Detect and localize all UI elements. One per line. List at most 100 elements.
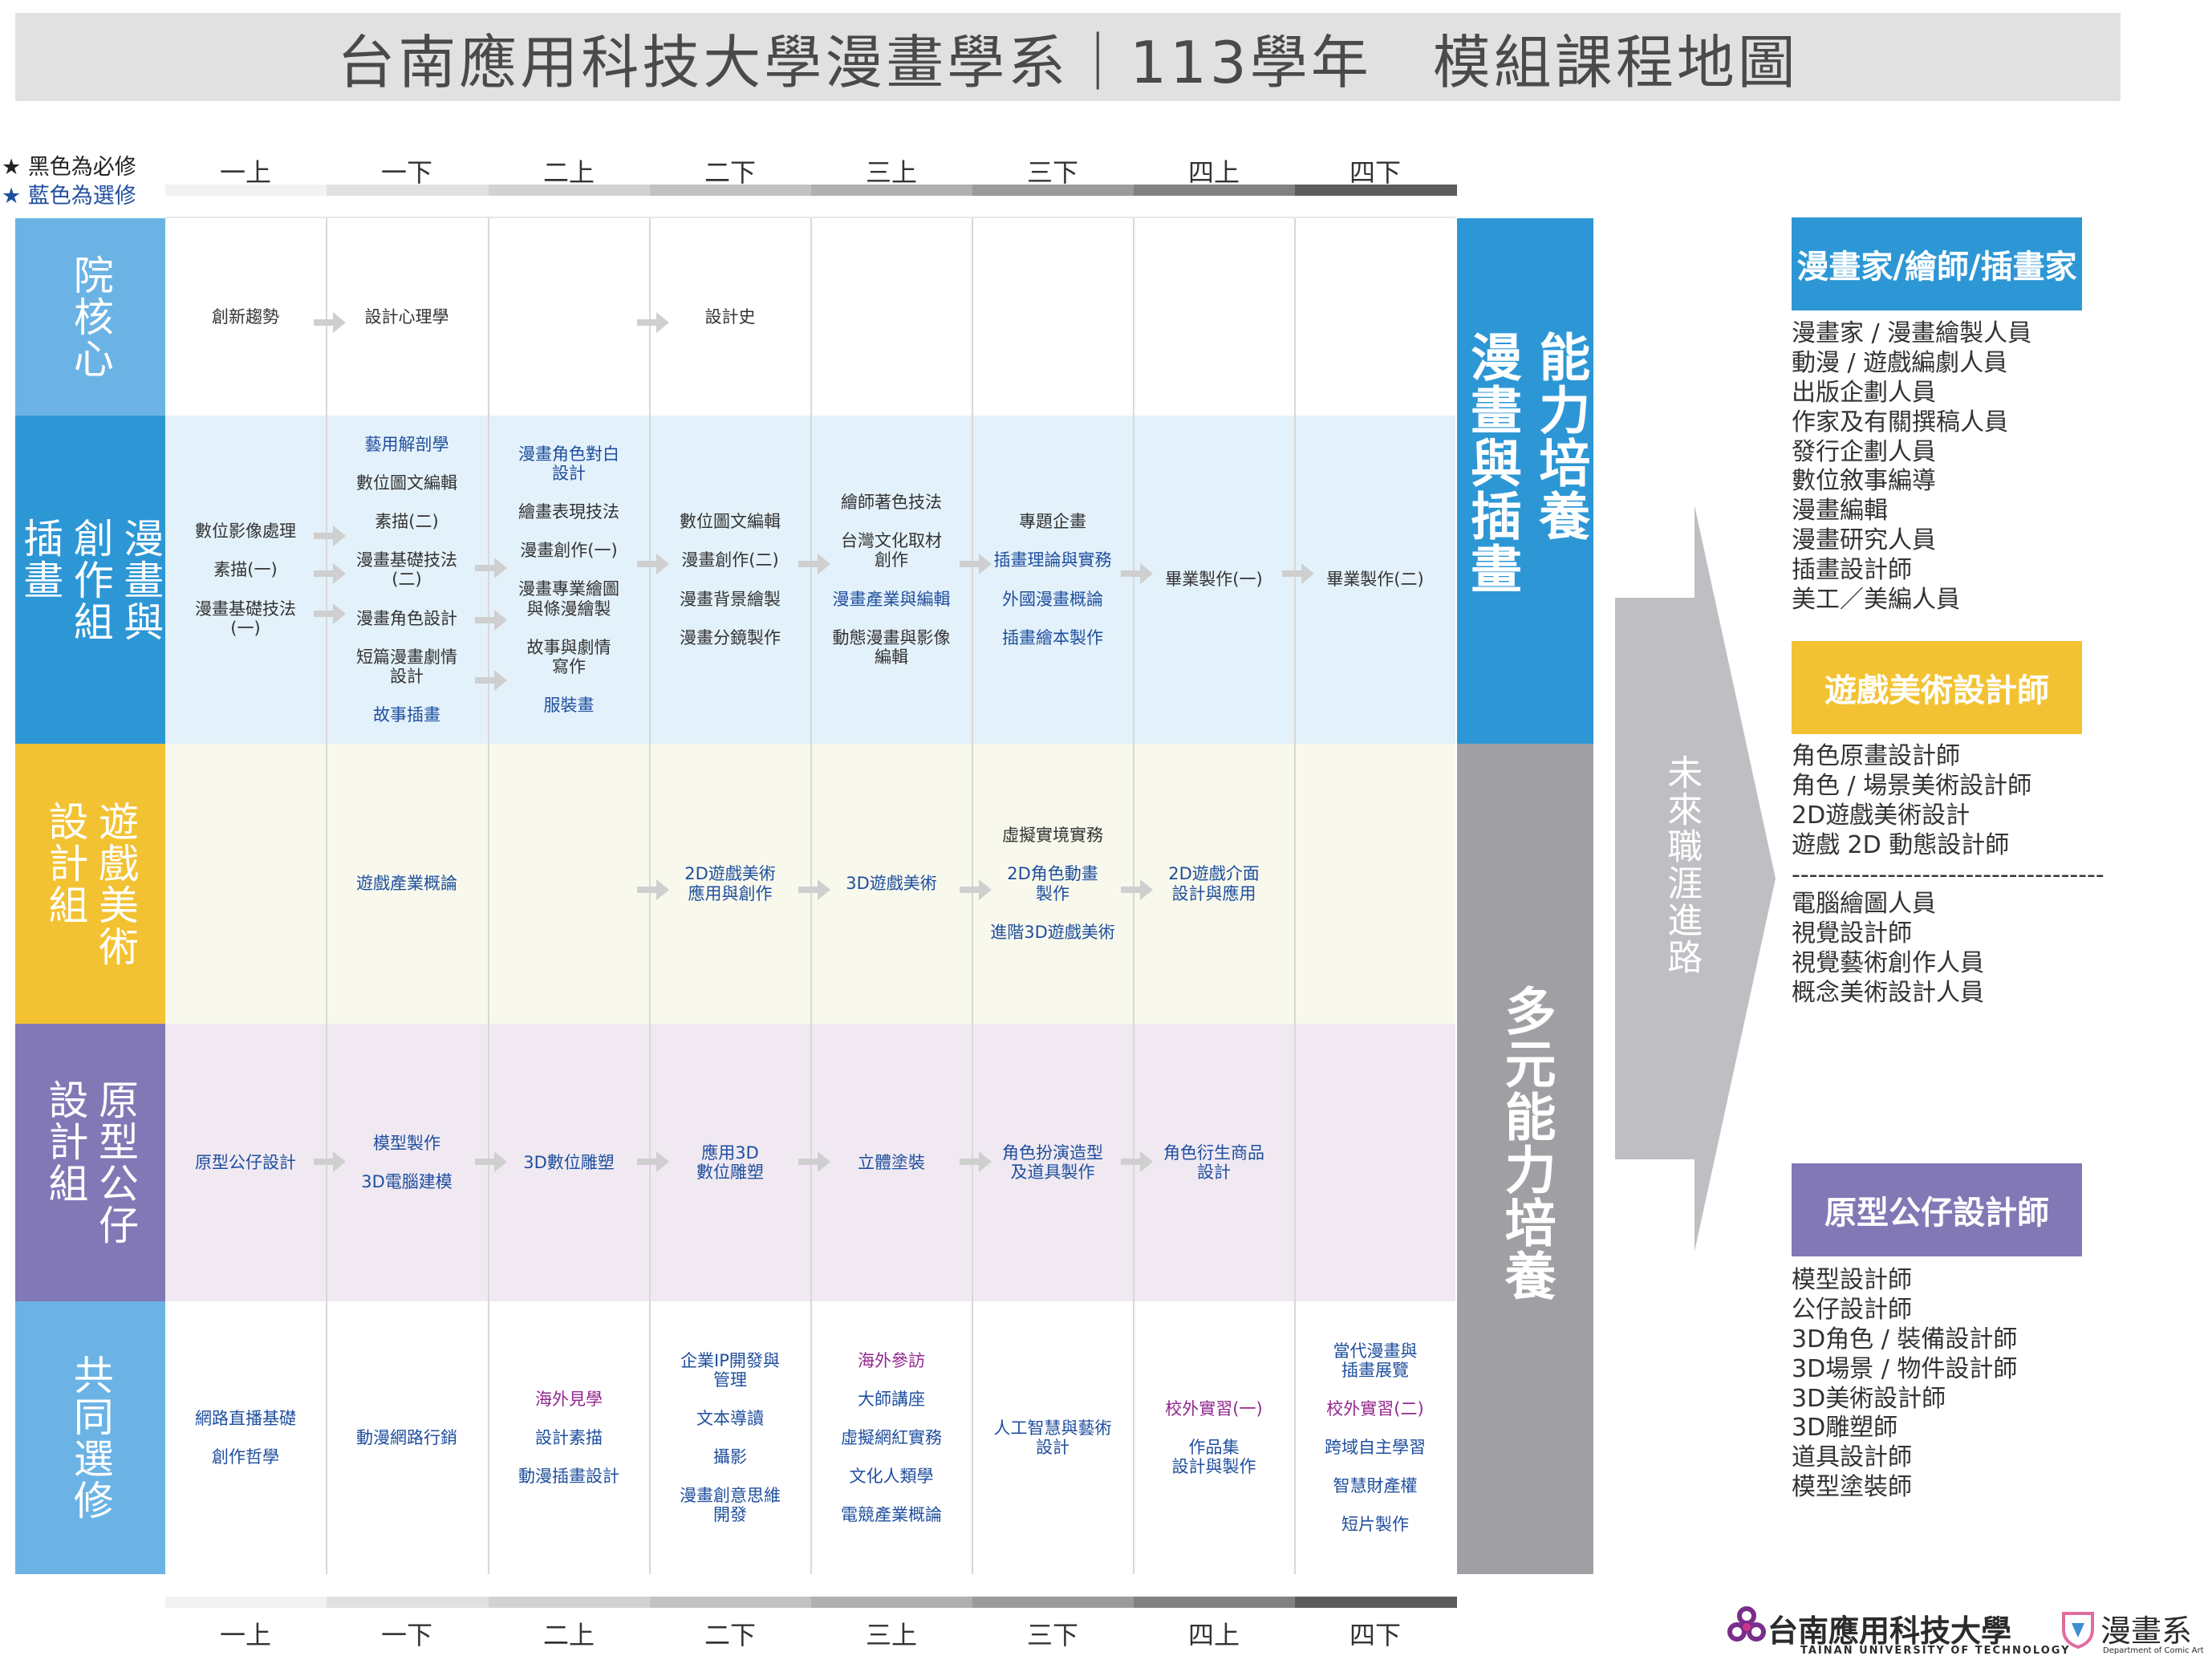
course-item: 漫畫創作(二) [681,550,779,570]
semester-bar [1134,1597,1296,1608]
arrow-shaft [960,561,979,567]
course-cell: 繪師著色技法 台灣文化取材 創作 漫畫產業與編輯 動態漫畫與影像 編輯 [811,416,972,744]
semester-footer-2: 一下 [380,1620,432,1650]
course-cell: 遊戲產業概論 [327,744,487,1024]
row-label-text: 共同選修 [67,1354,114,1521]
course-item: 原型公仔設計 [195,1152,296,1172]
arrow-shaft [1121,570,1140,577]
course-item: 短篇漫畫劇情 設計 [356,647,457,686]
course-item: 插畫繪本製作 [1002,627,1103,647]
course-item: 漫畫基礎技法 (二) [356,550,457,590]
course-cell [1295,218,1455,416]
course-item: 當代漫畫與 插畫展覽 [1333,1341,1418,1380]
course-item: 校外實習(二) [1326,1398,1424,1418]
course-item: 虛擬實境實務 [1002,826,1103,846]
course-item: 2D遊戲美術 應用與創作 [684,864,776,903]
semester-bar [972,1597,1134,1608]
course-item: 虛擬網紅實務 [841,1427,942,1447]
career-item: 公仔設計師 [1792,1295,1912,1324]
course-item: 大師講座 [858,1389,925,1409]
course-item: 海外見學 [535,1389,603,1409]
career-item: 視覺設計師 [1792,919,1912,948]
semester-footer-8: 四下 [1349,1620,1401,1650]
side-block-comic: 能力培養 漫畫與插畫 [1457,218,1593,744]
university-name: 台南應用科技大學 [1768,1613,2012,1649]
course-item: 海外參訪 [858,1350,925,1370]
arrow-head [333,1151,346,1172]
course-cell [165,744,326,1024]
progression-arrow-icon [637,1151,669,1172]
arrow-shaft [960,1159,979,1165]
row-label-column: 原型公仔 [92,1079,139,1246]
course-item: 漫畫創意思維 開發 [680,1486,781,1525]
progression-arrow-icon [314,1151,346,1172]
course-item: 繪師著色技法 [841,493,942,513]
progression-arrow-icon [798,879,830,900]
course-item: 漫畫角色設計 [356,608,457,628]
course-item: 漫畫分鏡製作 [680,627,781,647]
course-cell: 校外實習(一) 作品集 設計與製作 [1134,1301,1294,1574]
row-label-text: 院核心 [67,254,114,379]
semester-bar [165,185,327,196]
course-item: 網路直播基礎 [195,1408,296,1428]
course-item: 動態漫畫與影像 編輯 [832,627,951,667]
course-item: 漫畫專業繪圖 與條漫繪製 [518,579,619,619]
course-item: 企業IP開發與 管理 [680,1350,780,1390]
course-cell: 數位圖文編輯 漫畫創作(二) 漫畫背景繪製 漫畫分鏡製作 [650,416,810,744]
course-item: 畢業製作(一) [1165,570,1263,590]
course-item: 數位影像處理 [195,522,296,542]
arrow-head [1140,879,1153,900]
course-item: 漫畫基礎技法 (一) [195,599,296,638]
progression-arrow-icon [475,670,507,691]
semester-bar [972,185,1134,196]
arrow-head [333,563,346,584]
arrow-shaft [798,887,818,893]
course-item: 素描(一) [213,560,278,580]
course-cell: 角色扮演造型 及道具製作 [972,1024,1133,1301]
arrow-shaft [314,533,333,539]
career-item: 道具設計師 [1792,1443,1912,1472]
legend-elective: ★ 藍色為選修 [2,178,136,209]
course-cell: 2D遊戲美術 應用與創作 [650,744,810,1024]
course-cell: 企業IP開發與 管理 文本導讀 攝影 漫畫創意思維 開發 [650,1301,810,1574]
course-item: 智慧財產權 [1333,1476,1418,1496]
arrow-head [494,558,507,578]
progression-arrow-icon [1282,563,1314,584]
career-item: 概念美術設計人員 [1792,979,1984,1008]
course-cell [489,218,649,416]
course-item: 角色衍生商品 設計 [1163,1142,1264,1182]
course-cell: 3D數位雕塑 [489,1024,649,1301]
arrow-head [656,879,669,900]
semester-bar [489,1597,651,1608]
semester-footer-3: 二上 [542,1620,595,1650]
course-cell [489,744,649,1024]
arrow-head [818,879,830,900]
row-label-text: 漫畫與 創作組 插畫 [17,517,164,643]
arrow-head [818,554,830,574]
career-item: 電腦繪圖人員 [1792,890,1936,919]
progression-arrow-icon [798,554,830,574]
row-label-column: 院核心 [67,254,114,379]
arrow-head [1140,563,1153,584]
course-cell: 畢業製作(二) [1295,416,1455,744]
star-icon: ★ [2,184,22,209]
course-item: 專題企畫 [1019,512,1086,532]
arrow-shaft [314,570,333,577]
course-item: 服裝畫 [543,695,595,715]
course-item: 繪畫表現技法 [518,502,619,522]
title-bar: 台南應用科技大學漫畫學系｜113學年 模組課程地圖 [15,13,2121,101]
course-item: 設計心理學 [364,306,449,327]
career-item: 視覺藝術創作人員 [1792,949,1984,978]
course-cell: 2D遊戲介面 設計與應用 [1134,744,1294,1024]
course-cell: 畢業製作(一) [1134,416,1294,744]
arrow-shaft [475,1159,494,1165]
semester-footer-1: 一上 [219,1620,271,1650]
career-item: 出版企劃人員 [1792,378,1936,407]
course-cell: 角色衍生商品 設計 [1134,1024,1294,1301]
course-item: 文本導讀 [696,1408,764,1428]
course-item: 校外實習(一) [1165,1398,1263,1418]
progression-arrow-icon [314,526,346,546]
semester-footer-6: 三下 [1026,1620,1078,1650]
legend-elective-label: 藍色為選修 [27,184,136,209]
row-label-column: 遊戲美術 [92,800,139,968]
